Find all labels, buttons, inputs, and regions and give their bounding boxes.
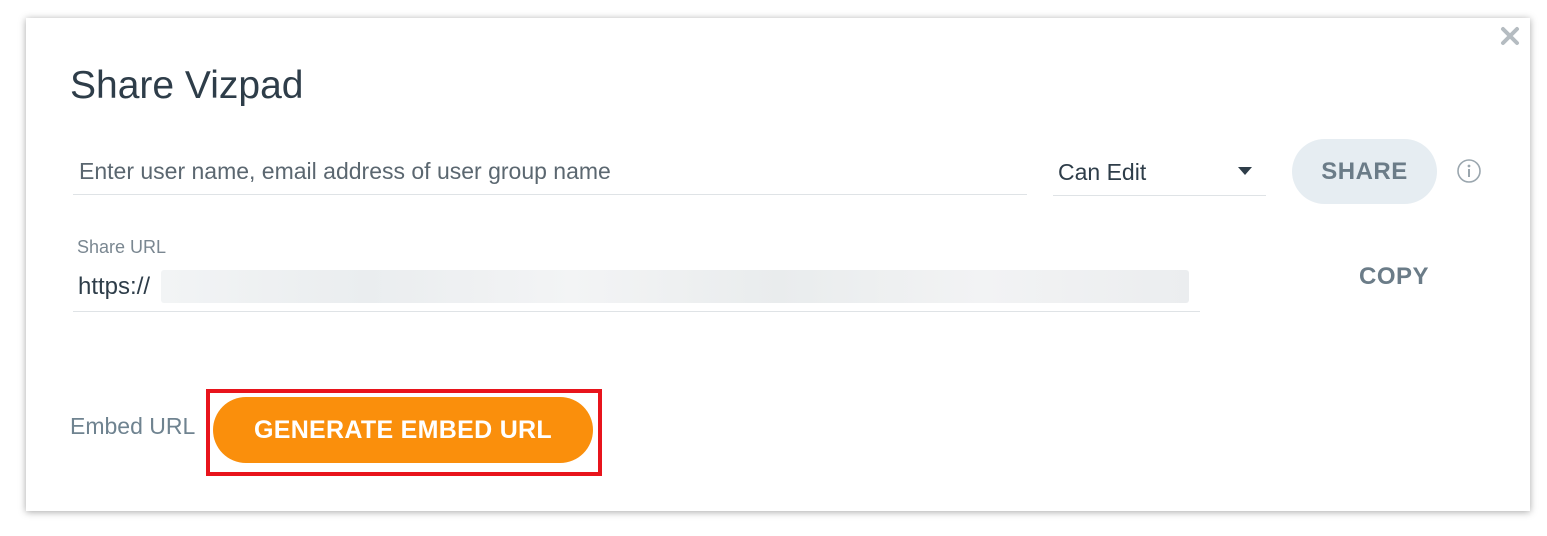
share-button[interactable]: SHARE <box>1292 139 1437 204</box>
permission-selected-value: Can Edit <box>1058 159 1147 185</box>
permission-dropdown[interactable]: Can Edit <box>1053 149 1266 196</box>
share-url-redacted <box>161 270 1189 303</box>
copy-button[interactable]: COPY <box>1344 258 1444 296</box>
share-url-prefix: https:// <box>78 273 151 300</box>
info-icon[interactable] <box>1456 158 1482 184</box>
user-search-input[interactable] <box>73 149 1027 195</box>
embed-url-label: Embed URL <box>70 413 196 439</box>
share-url-label: Share URL <box>77 237 167 257</box>
share-url-field[interactable]: https:// <box>73 268 1200 312</box>
caret-down-icon <box>1238 167 1252 175</box>
close-button[interactable] <box>1496 22 1524 50</box>
close-icon <box>1501 27 1519 45</box>
generate-embed-url-button[interactable]: GENERATE EMBED URL <box>213 397 593 463</box>
dialog-title: Share Vizpad <box>70 64 304 107</box>
share-vizpad-dialog: Share Vizpad Can Edit SHARE Share URL ht… <box>26 18 1530 511</box>
